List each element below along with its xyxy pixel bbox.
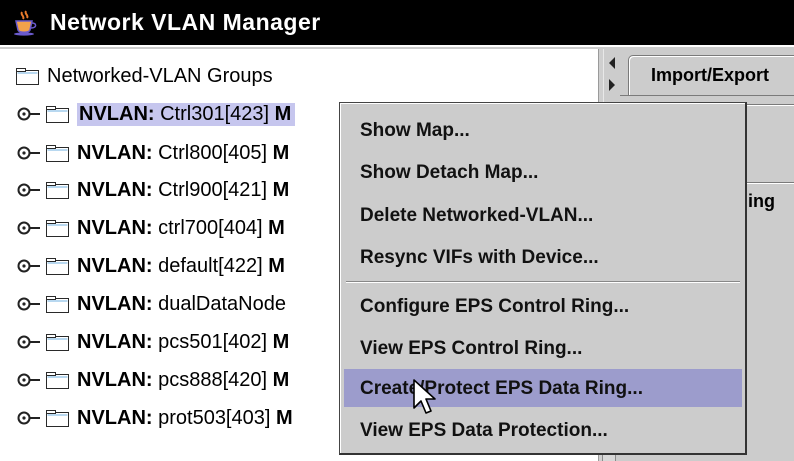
expand-toggle-icon[interactable] bbox=[16, 258, 42, 274]
tree-item[interactable]: NVLAN: Ctrl800[405] M bbox=[16, 140, 289, 166]
folder-icon bbox=[46, 409, 69, 427]
tree-item[interactable]: NVLAN: Ctrl301[423] M bbox=[16, 101, 296, 127]
tree-item[interactable]: NVLAN: Ctrl900[421] M bbox=[16, 177, 289, 203]
menu-separator bbox=[346, 281, 740, 283]
menu-item-label: Configure EPS Control Ring... bbox=[360, 296, 630, 317]
menu-item-label: View EPS Data Protection... bbox=[360, 420, 608, 441]
folder-icon bbox=[46, 371, 69, 389]
menu-item-label: Resync VIFs with Device... bbox=[360, 247, 599, 268]
menu-item-show-map[interactable]: Show Map... bbox=[344, 111, 742, 149]
tab-underline bbox=[620, 95, 794, 96]
tree-root-label: Networked-VLAN Groups bbox=[47, 64, 273, 87]
tree-item-label: NVLAN: Ctrl301[423] M bbox=[77, 102, 296, 126]
context-menu: Show Map... Show Detach Map... Delete Ne… bbox=[339, 102, 747, 455]
tab-label: Import/Export bbox=[651, 65, 770, 85]
folder-icon bbox=[46, 219, 69, 237]
tree-item-label: NVLAN: pcs888[420] M bbox=[77, 368, 290, 391]
folder-icon bbox=[16, 67, 39, 85]
tree-item[interactable]: NVLAN: default[422] M bbox=[16, 253, 285, 279]
tree-item[interactable]: NVLAN: pcs888[420] M bbox=[16, 367, 289, 393]
window-title: Network VLAN Manager bbox=[50, 9, 321, 35]
folder-icon bbox=[46, 257, 69, 275]
tree-item-label: NVLAN: pcs501[402] M bbox=[77, 330, 290, 353]
expand-toggle-icon[interactable] bbox=[16, 410, 42, 426]
title-bar[interactable]: Network VLAN Manager bbox=[0, 0, 794, 47]
expand-toggle-icon[interactable] bbox=[16, 220, 42, 236]
menu-item-label: View EPS Control Ring... bbox=[360, 338, 583, 359]
tree-item-label: NVLAN: Ctrl900[421] M bbox=[77, 178, 290, 201]
folder-icon bbox=[46, 144, 69, 162]
folder-icon bbox=[46, 295, 69, 313]
menu-item-configure-eps-control-ring[interactable]: Configure EPS Control Ring... bbox=[344, 287, 742, 325]
expand-toggle-icon[interactable] bbox=[16, 372, 42, 388]
tree-item[interactable]: NVLAN: prot503[403] M bbox=[16, 405, 293, 431]
tab-import-export[interactable]: Import/Export bbox=[628, 55, 794, 96]
tree-root[interactable]: Networked-VLAN Groups bbox=[16, 63, 273, 89]
tree-item-label: NVLAN: ctrl700[404] M bbox=[77, 216, 285, 239]
menu-item-show-detach-map[interactable]: Show Detach Map... bbox=[344, 153, 742, 191]
folder-icon bbox=[46, 105, 69, 123]
folder-icon bbox=[46, 181, 69, 199]
menu-item-label: Show Map... bbox=[360, 120, 470, 141]
menu-item-create-protect-eps-data-ring[interactable]: Create/Protect EPS Data Ring... bbox=[344, 369, 742, 407]
tree-item-label: NVLAN: dualDataNode bbox=[77, 292, 286, 315]
menu-item-delete-networked-vlan[interactable]: Delete Networked-VLAN... bbox=[344, 196, 742, 234]
menu-item-label: Show Detach Map... bbox=[360, 162, 539, 183]
expand-toggle-icon[interactable] bbox=[16, 182, 42, 198]
expand-toggle-icon[interactable] bbox=[16, 145, 42, 161]
expand-toggle-icon[interactable] bbox=[16, 106, 42, 122]
tab-scroll-arrows-icon[interactable] bbox=[606, 53, 618, 95]
tree-item[interactable]: NVLAN: pcs501[402] M bbox=[16, 329, 289, 355]
expand-toggle-icon[interactable] bbox=[16, 296, 42, 312]
tree-item-label: NVLAN: default[422] M bbox=[77, 254, 285, 277]
tree-item-label: NVLAN: prot503[403] M bbox=[77, 406, 293, 429]
menu-item-view-eps-control-ring[interactable]: View EPS Control Ring... bbox=[344, 329, 742, 367]
menu-item-label: Delete Networked-VLAN... bbox=[360, 205, 594, 226]
tree-item[interactable]: NVLAN: ctrl700[404] M bbox=[16, 215, 285, 241]
menu-item-label: Create/Protect EPS Data Ring... bbox=[360, 378, 643, 399]
tree-item-label: NVLAN: Ctrl800[405] M bbox=[77, 141, 290, 164]
mouse-pointer-icon bbox=[413, 379, 436, 414]
tree-item[interactable]: NVLAN: dualDataNode bbox=[16, 291, 286, 317]
menu-item-resync-vifs[interactable]: Resync VIFs with Device... bbox=[344, 238, 742, 276]
folder-icon bbox=[46, 333, 69, 351]
java-cup-icon bbox=[14, 10, 37, 36]
menu-item-view-eps-data-protection[interactable]: View EPS Data Protection... bbox=[344, 411, 742, 449]
expand-toggle-icon[interactable] bbox=[16, 334, 42, 350]
